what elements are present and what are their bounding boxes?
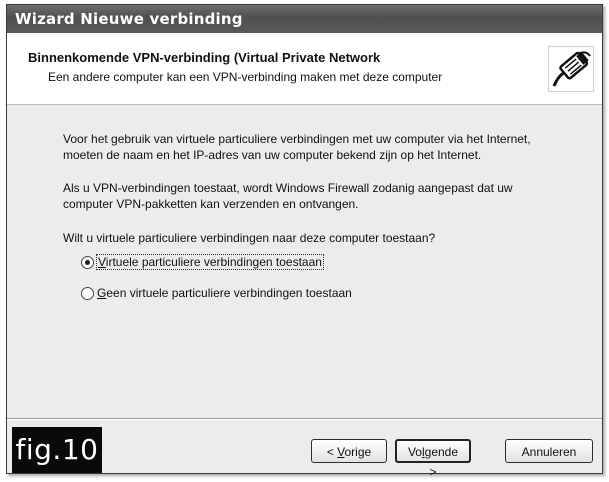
deny-vpn-label[interactable]: Geen virtuele particuliere verbindingen … xyxy=(97,286,352,300)
wizard-body: Voor het gebruik van virtuele particulie… xyxy=(7,105,602,417)
firewall-line-2: computer VPN-pakketten kan verzenden en … xyxy=(63,197,359,211)
firewall-info-paragraph: Als u VPN-verbindingen toestaat, wordt W… xyxy=(63,180,583,212)
firewall-line-1: Als u VPN-verbindingen toestaat, wordt W… xyxy=(63,181,513,195)
figure-label-badge: fig.10 xyxy=(12,427,102,473)
info-line-2: moeten de naam en het IP-adres van uw co… xyxy=(63,148,482,162)
page-subtitle: Een andere computer kan een VPN-verbindi… xyxy=(48,70,443,84)
allow-vpn-question: Wilt u virtuele particuliere verbindinge… xyxy=(63,231,436,245)
next-button[interactable]: Volgende > xyxy=(395,439,471,479)
page-title: Binnenkomende VPN-verbinding (Virtual Pr… xyxy=(28,50,381,65)
window-title: Wizard Nieuwe verbinding xyxy=(7,5,602,33)
radio-button-unchecked[interactable] xyxy=(81,286,94,300)
back-button[interactable]: < Vorige xyxy=(311,439,387,463)
deny-vpn-radio-option[interactable]: Geen virtuele particuliere verbindingen … xyxy=(81,286,352,300)
network-cable-icon xyxy=(548,46,594,92)
allow-vpn-label[interactable]: Virtuele particuliere verbindingen toest… xyxy=(96,254,324,270)
info-line-1: Voor het gebruik van virtuele particulie… xyxy=(63,132,531,146)
cancel-button[interactable]: Annuleren xyxy=(505,439,593,463)
vpn-info-paragraph: Voor het gebruik van virtuele particulie… xyxy=(63,131,583,163)
wizard-header: Binnenkomende VPN-verbinding (Virtual Pr… xyxy=(7,33,602,105)
radio-button-checked[interactable] xyxy=(81,255,94,269)
allow-vpn-radio-option[interactable]: Virtuele particuliere verbindingen toest… xyxy=(81,254,324,270)
wizard-window: Wizard Nieuwe verbinding Binnenkomende V… xyxy=(6,4,603,474)
button-divider xyxy=(7,418,602,420)
